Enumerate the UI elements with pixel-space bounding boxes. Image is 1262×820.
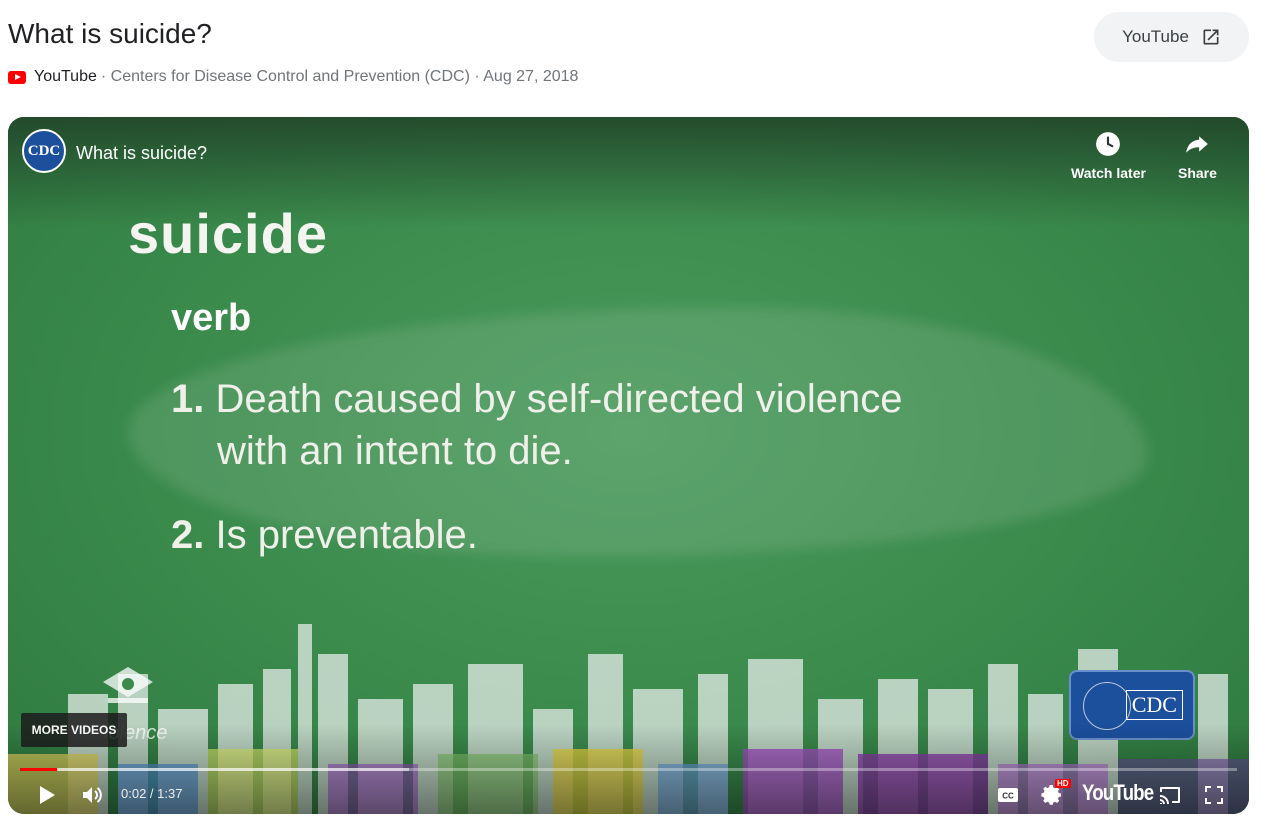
channel-logo[interactable]: CDC: [22, 129, 66, 173]
slide-definition-2: 2. Is preventable.: [171, 509, 478, 561]
progress-bar[interactable]: [20, 768, 1237, 771]
hhs-seal-icon: [1083, 682, 1131, 730]
volume-button[interactable]: [78, 781, 106, 809]
player-controls: 0:02 / 1:37 CC HD YouTube: [8, 777, 1249, 811]
open-in-youtube-button[interactable]: YouTube: [1094, 12, 1249, 62]
veto-violence-logo-icon: [103, 667, 153, 703]
fullscreen-icon: [1205, 786, 1223, 804]
share-button[interactable]: Share: [1178, 131, 1217, 181]
slide-word: suicide: [128, 202, 328, 265]
fullscreen-button[interactable]: [1200, 781, 1228, 809]
def1-line1: Death caused by self-directed violence: [215, 377, 903, 421]
page-title: What is suicide?: [8, 18, 212, 49]
cast-icon: [1160, 787, 1180, 804]
cc-icon: CC: [998, 788, 1018, 802]
source-name[interactable]: YouTube: [34, 68, 97, 86]
time-display: 0:02 / 1:37: [121, 786, 183, 801]
open-button-label: YouTube: [1122, 27, 1189, 46]
cdc-badge-text: CDC: [1125, 690, 1183, 720]
video-meta: YouTube · Centers for Disease Control an…: [8, 68, 578, 86]
cast-button[interactable]: [1156, 781, 1184, 809]
captions-button[interactable]: CC: [994, 781, 1022, 809]
share-arrow-icon: [1186, 136, 1209, 153]
youtube-wordmark[interactable]: YouTube: [1082, 780, 1154, 806]
youtube-logo-icon: [8, 70, 26, 84]
progress-played: [20, 768, 57, 771]
clock-icon: [1096, 132, 1121, 156]
hd-badge: HD: [1055, 779, 1071, 788]
svg-text:CC: CC: [1002, 792, 1014, 801]
def2-number: 2.: [171, 513, 205, 557]
slide-definition-1: 1. Death caused by self-directed violenc…: [171, 373, 903, 477]
watch-later-label: Watch later: [1071, 165, 1146, 181]
play-button[interactable]: [32, 781, 60, 809]
share-label: Share: [1178, 165, 1217, 181]
external-link-icon: [1203, 29, 1219, 45]
def1-line2: with an intent to die.: [217, 429, 573, 473]
slide-part-of-speech: verb: [171, 297, 252, 339]
progress-loaded: [20, 768, 410, 771]
def1-number: 1.: [171, 377, 205, 421]
volume-icon: [83, 787, 102, 803]
video-player[interactable]: CDC What is suicide? Watch later Share s…: [8, 117, 1249, 814]
play-icon: [40, 786, 55, 804]
meta-details: · Centers for Disease Control and Preven…: [100, 68, 579, 85]
video-title[interactable]: What is suicide?: [76, 143, 207, 164]
watch-later-button[interactable]: Watch later: [1071, 131, 1146, 181]
def2-text: Is preventable.: [215, 513, 478, 557]
